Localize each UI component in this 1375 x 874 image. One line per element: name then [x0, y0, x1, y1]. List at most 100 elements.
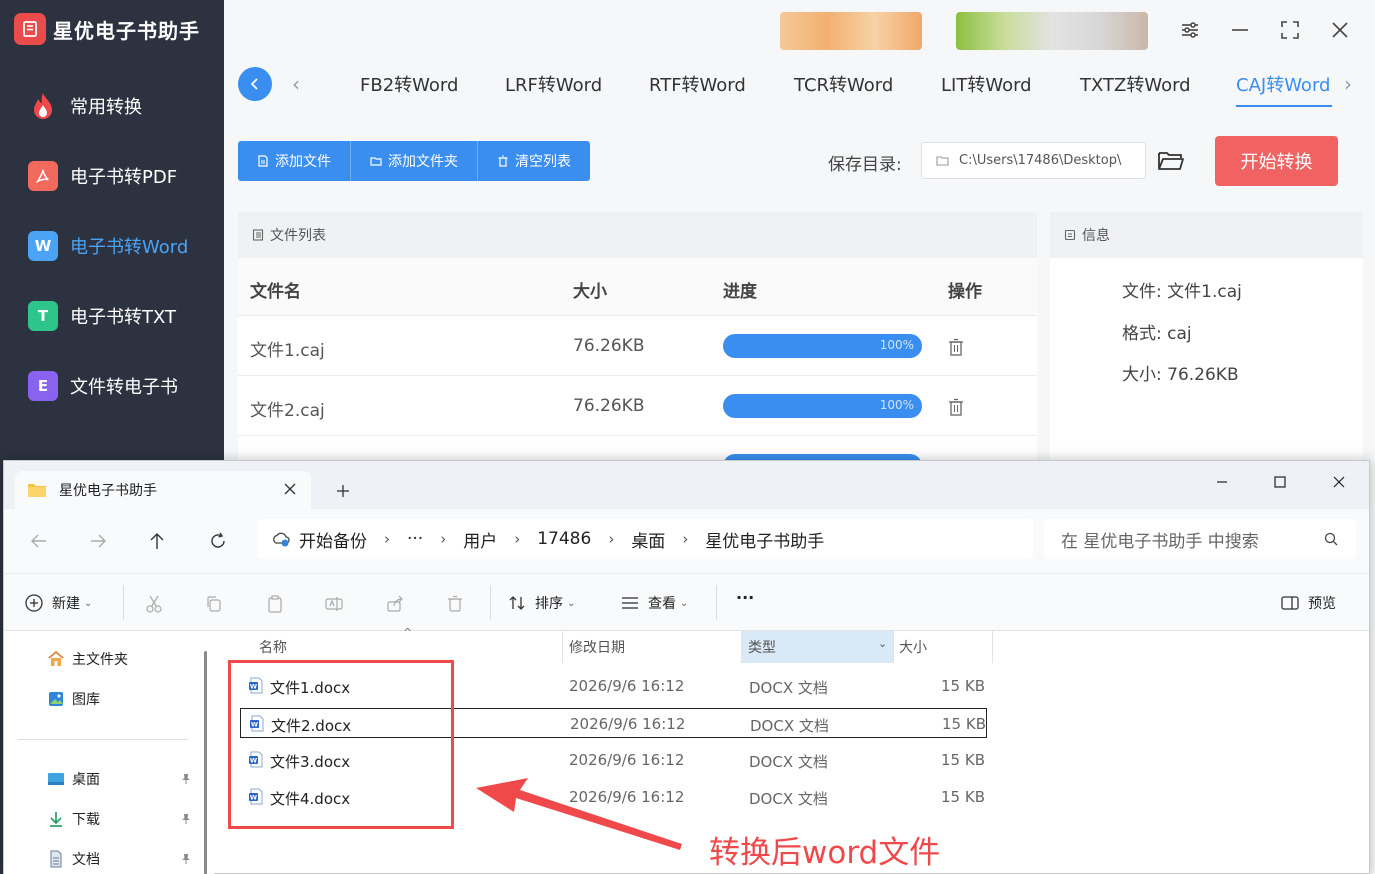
add-file-button[interactable]: 添加文件 — [238, 141, 351, 181]
tab-rtf-word[interactable]: RTF转Word — [649, 71, 746, 97]
nav-item-downloads[interactable]: 下载 — [46, 809, 100, 829]
pin-icon[interactable] — [180, 853, 192, 865]
browse-folder-icon[interactable] — [1156, 147, 1186, 175]
sidebar-item-txt[interactable]: T 电子书转TXT — [28, 298, 218, 334]
txt-icon: T — [28, 301, 58, 331]
tab-lrf-word[interactable]: LRF转Word — [505, 71, 602, 97]
title-bar — [224, 0, 1375, 60]
maximize-icon[interactable] — [1270, 472, 1290, 492]
view-icon — [622, 597, 638, 609]
sidebar-item-common[interactable]: 常用转换 — [28, 88, 218, 124]
settings-icon[interactable] — [1176, 16, 1204, 44]
minimize-icon[interactable] — [1226, 16, 1254, 44]
fullscreen-icon[interactable] — [1276, 16, 1304, 44]
close-tab-icon[interactable] — [283, 482, 297, 496]
start-convert-button[interactable]: 开始转换 — [1215, 136, 1338, 186]
column-filename: 文件名 — [250, 282, 301, 302]
sidebar-item-pdf[interactable]: 电子书转PDF — [28, 158, 218, 194]
info-format: 格式: caj — [1122, 319, 1192, 344]
paste-icon[interactable] — [265, 594, 285, 614]
tab-tcr-word[interactable]: TCR转Word — [794, 71, 893, 97]
breadcrumb-user[interactable]: 17486 — [537, 529, 591, 549]
more-options-button[interactable]: ··· — [736, 588, 754, 607]
breadcrumb-users[interactable]: 用户 — [463, 527, 497, 552]
column-header-name[interactable]: 名称 — [259, 631, 287, 663]
up-arrow-icon[interactable] — [146, 530, 168, 552]
nav-item-documents[interactable]: 文档 — [46, 849, 100, 869]
view-button[interactable]: 查看 ⌄ — [620, 593, 688, 613]
new-label: 新建 — [52, 596, 80, 612]
add-file-label: 添加文件 — [275, 154, 331, 170]
forward-arrow-icon[interactable] — [87, 530, 109, 552]
breadcrumb-desktop[interactable]: 桌面 — [631, 527, 665, 552]
delete-icon[interactable] — [445, 594, 465, 614]
sort-button[interactable]: 排序 ⌄ — [507, 593, 575, 613]
table-row[interactable]: 文件2.caj 76.26KB 100% — [238, 376, 1037, 436]
breadcrumb-separator: › — [514, 530, 521, 548]
sidebar-item-label: 文件转电子书 — [70, 377, 178, 398]
refresh-icon[interactable] — [207, 530, 229, 552]
info-file-label: 文件: — [1122, 282, 1162, 302]
nav-item-home[interactable]: 主文件夹 — [46, 649, 128, 669]
delete-icon[interactable] — [948, 338, 964, 356]
clear-list-button[interactable]: 清空列表 — [478, 141, 590, 181]
cut-icon[interactable] — [144, 594, 164, 614]
info-size-label: 大小: — [1122, 365, 1162, 385]
tab-scroll-right-icon[interactable]: › — [1344, 72, 1352, 96]
column-header-size[interactable]: 大小 — [899, 631, 927, 663]
sidebar-item-word[interactable]: W 电子书转Word — [28, 228, 218, 264]
back-button[interactable] — [238, 67, 272, 101]
tab-fb2-word[interactable]: FB2转Word — [360, 71, 458, 97]
new-button[interactable]: 新建 ⌄ — [24, 593, 92, 613]
search-icon — [1324, 532, 1338, 546]
column-divider — [992, 631, 993, 663]
new-tab-icon[interactable] — [335, 483, 351, 499]
explorer-tab[interactable]: 星优电子书助手 — [15, 471, 311, 509]
tab-scroll-left-icon[interactable]: ‹ — [292, 72, 300, 96]
column-progress: 进度 — [723, 282, 757, 302]
column-header-type[interactable]: 类型 — [748, 631, 776, 663]
info-icon — [1064, 229, 1076, 241]
chevron-down-icon[interactable]: ⌄ — [878, 637, 887, 650]
nav-item-label: 桌面 — [72, 772, 100, 788]
breadcrumb[interactable]: 开始备份 › ··· › 用户 › 17486 › 桌面 › 星优电子书助手 — [257, 519, 1033, 559]
search-input[interactable]: 在 星优电子书助手 中搜索 — [1044, 519, 1356, 559]
sidebar-item-label: 电子书转PDF — [70, 167, 178, 188]
nav-item-desktop[interactable]: 桌面 — [46, 769, 100, 789]
divider — [490, 586, 491, 620]
pin-icon[interactable] — [180, 773, 192, 785]
file-size: 15 KB — [941, 751, 985, 769]
rename-icon[interactable] — [324, 594, 344, 614]
add-folder-button[interactable]: 添加文件夹 — [351, 141, 478, 181]
file-name: 文件1.caj — [250, 341, 325, 361]
preview-button[interactable]: 预览 — [1280, 593, 1336, 613]
minimize-icon[interactable] — [1212, 472, 1232, 492]
back-arrow-icon[interactable] — [28, 530, 50, 552]
nav-item-gallery[interactable]: 图库 — [46, 689, 100, 709]
scrollbar[interactable] — [204, 651, 207, 874]
info-file-value: 文件1.caj — [1167, 282, 1242, 302]
save-directory-input[interactable]: C:\Users\17486\Desktop\ — [921, 142, 1146, 179]
tab-lit-word[interactable]: LIT转Word — [941, 71, 1032, 97]
file-type: DOCX 文档 — [749, 679, 828, 697]
tab-txtz-word[interactable]: TXTZ转Word — [1080, 71, 1191, 97]
share-icon[interactable] — [385, 594, 405, 614]
close-icon[interactable] — [1329, 472, 1349, 492]
column-divider — [562, 631, 563, 663]
copy-icon[interactable] — [204, 594, 224, 614]
column-header-date[interactable]: 修改日期 — [569, 631, 625, 663]
breadcrumb-current[interactable]: 星优电子书助手 — [705, 527, 824, 552]
breadcrumb-more[interactable]: ··· — [407, 529, 423, 549]
file-date: 2026/9/6 16:12 — [569, 677, 685, 695]
sidebar-item-ebook[interactable]: E 文件转电子书 — [28, 368, 218, 404]
breadcrumb-backup[interactable]: 开始备份 — [299, 527, 367, 552]
pin-icon[interactable] — [180, 813, 192, 825]
tab-caj-word[interactable]: CAJ转Word — [1236, 71, 1330, 97]
active-tab-indicator — [1236, 105, 1332, 107]
gallery-icon — [49, 692, 63, 706]
table-row[interactable]: 文件1.caj 76.26KB 100% — [238, 316, 1037, 376]
add-folder-label: 添加文件夹 — [388, 154, 458, 170]
file-icon — [258, 155, 268, 167]
close-icon[interactable] — [1326, 16, 1354, 44]
delete-icon[interactable] — [948, 398, 964, 416]
